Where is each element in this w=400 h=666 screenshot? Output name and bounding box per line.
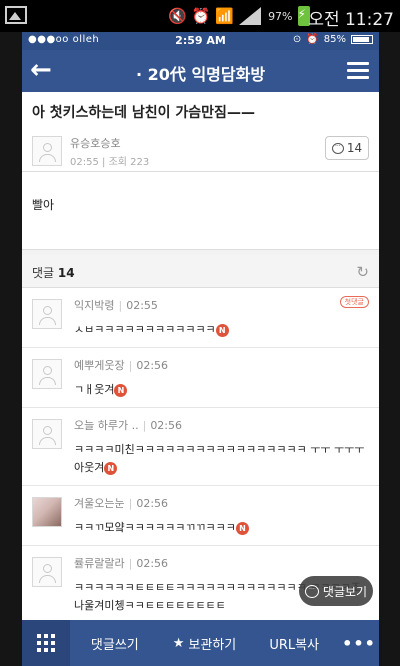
write-comment-label: 댓글쓰기 xyxy=(90,637,139,653)
comment-time: 02:56 xyxy=(136,497,169,510)
comment-bubble-icon: ··· xyxy=(304,584,319,598)
avatar xyxy=(32,557,62,587)
avatar xyxy=(32,359,62,389)
comment-time: 02:56 xyxy=(136,359,169,372)
signal-icon xyxy=(239,7,262,25)
more-options-button[interactable]: ••• xyxy=(339,634,379,653)
copy-url-button[interactable]: URL복사 xyxy=(249,634,339,653)
system-icons: 🔇 ⏰ 📶 97% xyxy=(168,6,310,26)
comment-author[interactable]: 오늘 하루가 .. xyxy=(74,419,139,432)
grid-menu-button[interactable] xyxy=(22,620,70,666)
new-badge: N xyxy=(235,521,249,535)
mute-icon: 🔇 xyxy=(168,7,187,25)
comment-count-button[interactable]: ··· 14 xyxy=(325,136,369,160)
top-nav-bar: ← · 20代 익명담화방 xyxy=(22,50,379,92)
copy-url-label: URL복사 xyxy=(269,637,320,653)
post-meta: 02:55 | 조회 223 xyxy=(70,156,150,168)
comment-time: 02:56 xyxy=(136,557,169,570)
save-label: 보관하기 xyxy=(188,637,237,653)
new-badge: N xyxy=(215,323,229,337)
ios-battery-percent: 85% xyxy=(323,34,346,45)
hamburger-menu-icon[interactable] xyxy=(347,62,369,80)
comment-item: 겨울오는눈 | 02:56 ㅋㅋㄲ모얔ㅋㅋㅋㅋㅋㅋㄲㄲㅋㅋㅋ N xyxy=(22,486,379,546)
grid-icon xyxy=(37,634,55,652)
save-button[interactable]: ★ 보관하기 xyxy=(160,634,250,653)
wifi-icon: 📶 xyxy=(215,7,235,25)
new-badge: N xyxy=(104,461,118,475)
bottom-toolbar: 댓글쓰기 ★ 보관하기 URL복사 ••• xyxy=(22,620,379,666)
refresh-icon[interactable]: ↻ xyxy=(356,263,369,281)
avatar xyxy=(32,419,62,449)
write-comment-button[interactable]: 댓글쓰기 xyxy=(70,634,160,653)
avatar xyxy=(32,299,62,329)
ios-status-right: ⊙ ⏰ 85% xyxy=(293,34,373,45)
comment-item: 오늘 하루가 .. | 02:56 ㅋㅋㅋㅋ미친ㅋㅋㅋㅋㅋㅋㅋㅋㅋㅋㅋㅋㅋㅋㅋㅋㅋ … xyxy=(22,408,379,486)
view-comments-label: 댓글보기 xyxy=(322,584,368,599)
comment-item: 익지박령 | 02:55 ㅅㅂㅋㅋㅋㅋㅋㅋㅋㅋㅋㅋㅋㅋ N 첫댓글 xyxy=(22,288,379,348)
comment-author[interactable]: 겨울오는눈 xyxy=(74,497,125,510)
android-status-bar: 🔇 ⏰ 📶 97% 오전 11:27 xyxy=(0,0,400,32)
comment-bubble-icon: ··· xyxy=(331,142,344,154)
view-comments-button[interactable]: ··· 댓글보기 xyxy=(299,576,373,606)
ios-status-bar: ●●●oo olleh 2:59 AM ⊙ ⏰ 85% xyxy=(22,32,379,50)
battery-icon xyxy=(351,35,373,44)
avatar xyxy=(32,136,62,166)
comment-text: ㅋㅋㅋㅋ미친ㅋㅋㅋㅋㅋㅋㅋㅋㅋㅋㅋㅋㅋㅋㅋㅋㅋ ㅜㅜ ㅜㅜㅜ아웃겨 xyxy=(74,443,365,474)
comment-count: 14 xyxy=(346,141,363,155)
comments-label: 댓글 xyxy=(32,266,55,280)
gallery-icon xyxy=(5,6,27,24)
comment-text: ㄱㅐ웃겨 xyxy=(74,383,115,396)
new-badge: N xyxy=(114,383,128,397)
first-comment-badge: 첫댓글 xyxy=(339,296,369,308)
post-body: 빨아 xyxy=(22,172,379,250)
app-screen: ●●●oo olleh 2:59 AM ⊙ ⏰ 85% ← · 20代 익명담화… xyxy=(22,32,379,666)
alarm-icon: ⏰ xyxy=(306,34,319,45)
comment-author[interactable]: 익지박령 xyxy=(74,299,114,312)
comment-time: 02:56 xyxy=(150,419,183,432)
star-icon: ★ xyxy=(172,635,185,651)
comment-item: 예뿌게웃장 | 02:56 ㄱㅐ웃겨 N xyxy=(22,348,379,408)
page-title: · 20代 익명담화방 xyxy=(135,65,266,84)
battery-percent: 97% xyxy=(268,9,293,23)
avatar-photo xyxy=(32,497,62,527)
post-author-row: 유승호승호 02:55 | 조회 223 ··· 14 xyxy=(32,131,369,171)
comment-text: ㅋㅋㄲ모얔ㅋㅋㅋㅋㅋㅋㄲㄲㅋㅋㅋ xyxy=(74,521,236,534)
comments-header: 댓글 14 ↻ xyxy=(22,255,379,288)
post-views: 조회 223 xyxy=(108,156,150,168)
comment-author[interactable]: 률류랄랄라 xyxy=(74,557,125,570)
alarm-icon: ⏰ xyxy=(191,7,211,25)
comment-author[interactable]: 예뿌게웃장 xyxy=(74,359,125,372)
comments-count: 14 xyxy=(57,266,75,280)
post-author: 유승호승호 xyxy=(70,136,121,150)
lock-rotation-icon: ⊙ xyxy=(292,34,302,45)
comment-time: 02:55 xyxy=(126,299,158,312)
android-clock: 오전 11:27 xyxy=(308,10,394,30)
post-time: 02:55 xyxy=(70,156,99,168)
comment-text: ㅅㅂㅋㅋㅋㅋㅋㅋㅋㅋㅋㅋㅋㅋ xyxy=(74,323,216,336)
post-header: 아 첫키스하는데 남친이 가슴만짐—— 유승호승호 02:55 | 조회 223… xyxy=(22,92,379,172)
post-title: 아 첫키스하는데 남친이 가슴만짐—— xyxy=(32,105,255,121)
